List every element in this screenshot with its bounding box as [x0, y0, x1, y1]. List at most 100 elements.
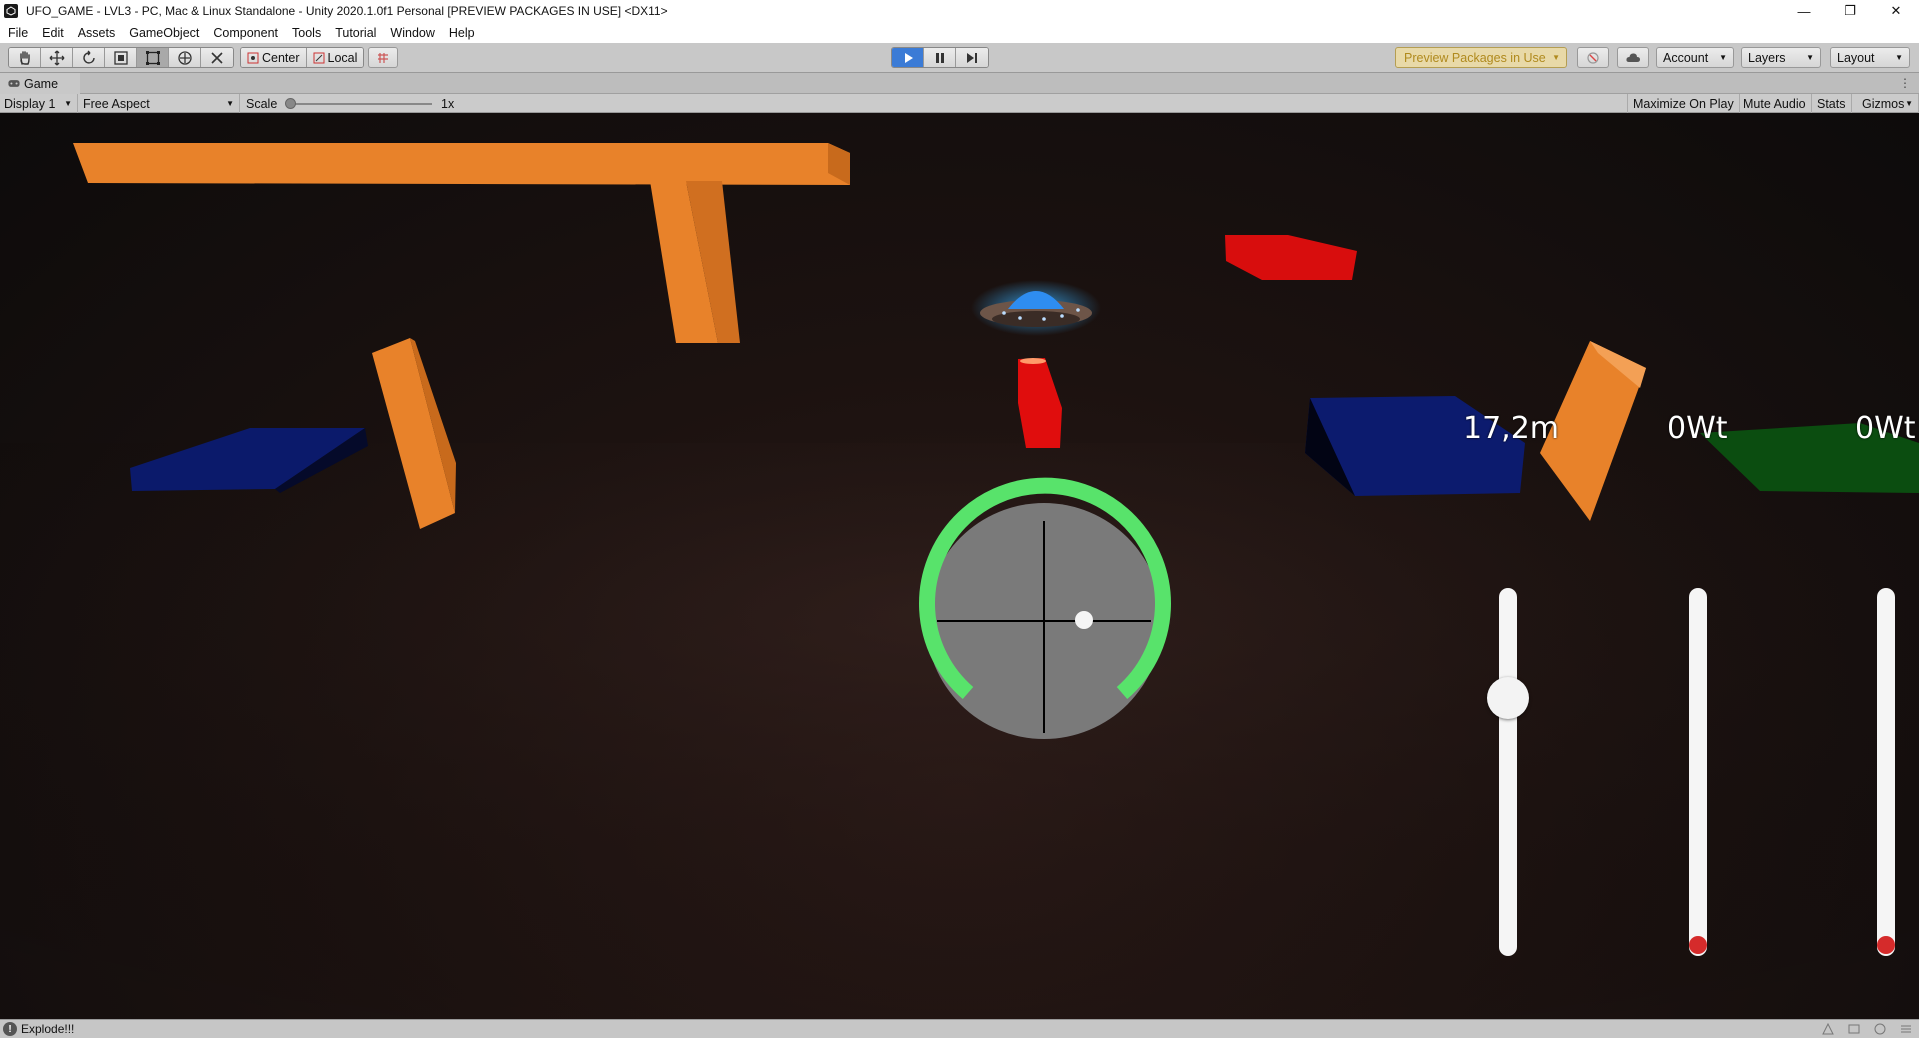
altitude-readout: 17,2m	[1463, 411, 1560, 446]
cloud-icon	[1626, 52, 1640, 62]
tab-bar: Game ⋮	[0, 73, 1919, 94]
close-icon[interactable]: ✕	[1873, 0, 1919, 22]
title-bar: UFO_GAME - LVL3 - PC, Mac & Linux Standa…	[0, 0, 1919, 22]
chevron-down-icon: ▼	[226, 99, 234, 108]
transform-tool-icon[interactable]	[169, 48, 201, 67]
unity-logo-icon	[4, 4, 18, 18]
debug-icon[interactable]	[1847, 1022, 1861, 1036]
layers-label: Layers	[1748, 50, 1786, 65]
chevron-down-icon: ▼	[1719, 53, 1727, 62]
altitude-slider-track[interactable]	[1499, 588, 1517, 956]
pivot-rotation-button[interactable]: Local	[306, 48, 364, 67]
progress-icon[interactable]	[1821, 1022, 1835, 1036]
pivot-mode-button[interactable]: Center	[241, 48, 307, 67]
hand-tool-icon[interactable]	[9, 48, 41, 67]
chevron-down-icon: ▼	[1552, 53, 1560, 62]
red-block-top-right	[1225, 235, 1357, 280]
account-label: Account	[1663, 50, 1709, 65]
play-controls	[891, 47, 989, 68]
local-rotation-icon	[313, 52, 325, 63]
joystick-knob[interactable]	[1075, 611, 1093, 629]
power-readout-1: 0Wt	[1667, 411, 1728, 446]
minimize-icon[interactable]: —	[1781, 0, 1827, 22]
aspect-label: Free Aspect	[83, 96, 150, 111]
scale-slider-track[interactable]	[292, 103, 432, 105]
play-button[interactable]	[892, 48, 924, 67]
pause-icon	[935, 52, 944, 63]
game-scene	[0, 143, 1919, 1019]
scale-slider-knob[interactable]	[285, 98, 296, 109]
step-button[interactable]	[956, 48, 988, 67]
menu-bar: File Edit Assets GameObject Component To…	[0, 22, 1919, 43]
display-label: Display 1	[4, 96, 56, 111]
menu-edit[interactable]: Edit	[42, 26, 64, 40]
power-readout-2: 0Wt	[1855, 411, 1916, 446]
rotate-tool-icon[interactable]	[73, 48, 105, 67]
pivot-tools: Center Local	[240, 47, 365, 68]
aspect-dropdown[interactable]: Free Aspect ▼	[79, 94, 240, 113]
tab-game[interactable]: Game	[0, 73, 80, 94]
ufo-player	[971, 280, 1101, 336]
grid-snap-button[interactable]	[368, 47, 398, 68]
gizmos-label: Gizmos	[1862, 96, 1905, 111]
pivot-mode-label: Center	[262, 50, 300, 65]
maximize-on-play-toggle[interactable]: Maximize On Play	[1627, 94, 1740, 113]
tab-game-label: Game	[24, 76, 59, 91]
scale-label: Scale	[246, 96, 278, 111]
altitude-slider-knob[interactable]	[1487, 677, 1529, 719]
main-toolbar: Center Local Preview Packages in Use ▼ A…	[0, 43, 1919, 73]
orange-beam-top	[73, 143, 850, 185]
status-bar: ! Explode!!!	[0, 1019, 1919, 1038]
account-dropdown[interactable]: Account ▼	[1656, 47, 1734, 68]
layout-dropdown[interactable]: Layout ▼	[1830, 47, 1910, 68]
menu-component[interactable]: Component	[213, 26, 278, 40]
menu-window[interactable]: Window	[390, 26, 434, 40]
game-view-toolbar: Display 1 ▼ Free Aspect ▼ Scale 1x Maxim…	[0, 94, 1919, 113]
collab-button[interactable]	[1577, 47, 1609, 68]
transform-tools	[8, 47, 234, 68]
menu-assets[interactable]: Assets	[78, 26, 116, 40]
custom-tool-icon[interactable]	[201, 48, 233, 67]
preview-packages-button[interactable]: Preview Packages in Use ▼	[1395, 47, 1567, 68]
rect-tool-icon[interactable]	[137, 48, 169, 67]
cache-server-icon[interactable]	[1899, 1022, 1913, 1036]
power-slider-2-level[interactable]	[1877, 936, 1895, 954]
menu-tutorial[interactable]: Tutorial	[335, 26, 376, 40]
move-tool-icon[interactable]	[41, 48, 73, 67]
power-slider-2-track[interactable]	[1877, 588, 1895, 956]
step-icon	[967, 52, 977, 63]
collab-status-icon[interactable]	[1873, 1022, 1887, 1036]
menu-help[interactable]: Help	[449, 26, 475, 40]
menu-file[interactable]: File	[8, 26, 28, 40]
preview-packages-label: Preview Packages in Use	[1404, 50, 1546, 65]
power-slider-1-level[interactable]	[1689, 936, 1707, 954]
power-slider-1-track[interactable]	[1689, 588, 1707, 956]
mute-audio-toggle[interactable]: Mute Audio	[1738, 94, 1812, 113]
grid-snap-icon	[378, 52, 388, 63]
window-title: UFO_GAME - LVL3 - PC, Mac & Linux Standa…	[26, 4, 668, 18]
play-icon	[904, 52, 913, 63]
gamepad-icon	[8, 80, 20, 87]
radar-joystick[interactable]	[919, 477, 1171, 739]
cloud-button[interactable]	[1617, 47, 1649, 68]
restore-icon[interactable]: ❐	[1827, 0, 1873, 22]
red-block-center	[1018, 358, 1062, 448]
orange-pillar-top	[650, 181, 740, 343]
layout-label: Layout	[1837, 50, 1875, 65]
display-dropdown[interactable]: Display 1 ▼	[0, 94, 78, 113]
game-viewport[interactable]: 17,2m 0Wt 0Wt	[0, 113, 1919, 1019]
menu-gameobject[interactable]: GameObject	[129, 26, 199, 40]
gizmos-dropdown[interactable]: Gizmos ▼	[1857, 94, 1919, 113]
info-icon: !	[3, 1022, 17, 1036]
pivot-center-icon	[247, 52, 259, 63]
stats-toggle[interactable]: Stats	[1812, 94, 1852, 113]
chevron-down-icon: ▼	[1806, 53, 1814, 62]
chevron-down-icon: ▼	[64, 99, 72, 108]
pivot-rotation-label: Local	[327, 50, 358, 65]
scale-tool-icon[interactable]	[105, 48, 137, 67]
kebab-menu-icon[interactable]: ⋮	[1899, 76, 1911, 90]
layers-dropdown[interactable]: Layers ▼	[1741, 47, 1821, 68]
pause-button[interactable]	[924, 48, 956, 67]
status-message[interactable]: Explode!!!	[21, 1022, 74, 1036]
menu-tools[interactable]: Tools	[292, 26, 321, 40]
